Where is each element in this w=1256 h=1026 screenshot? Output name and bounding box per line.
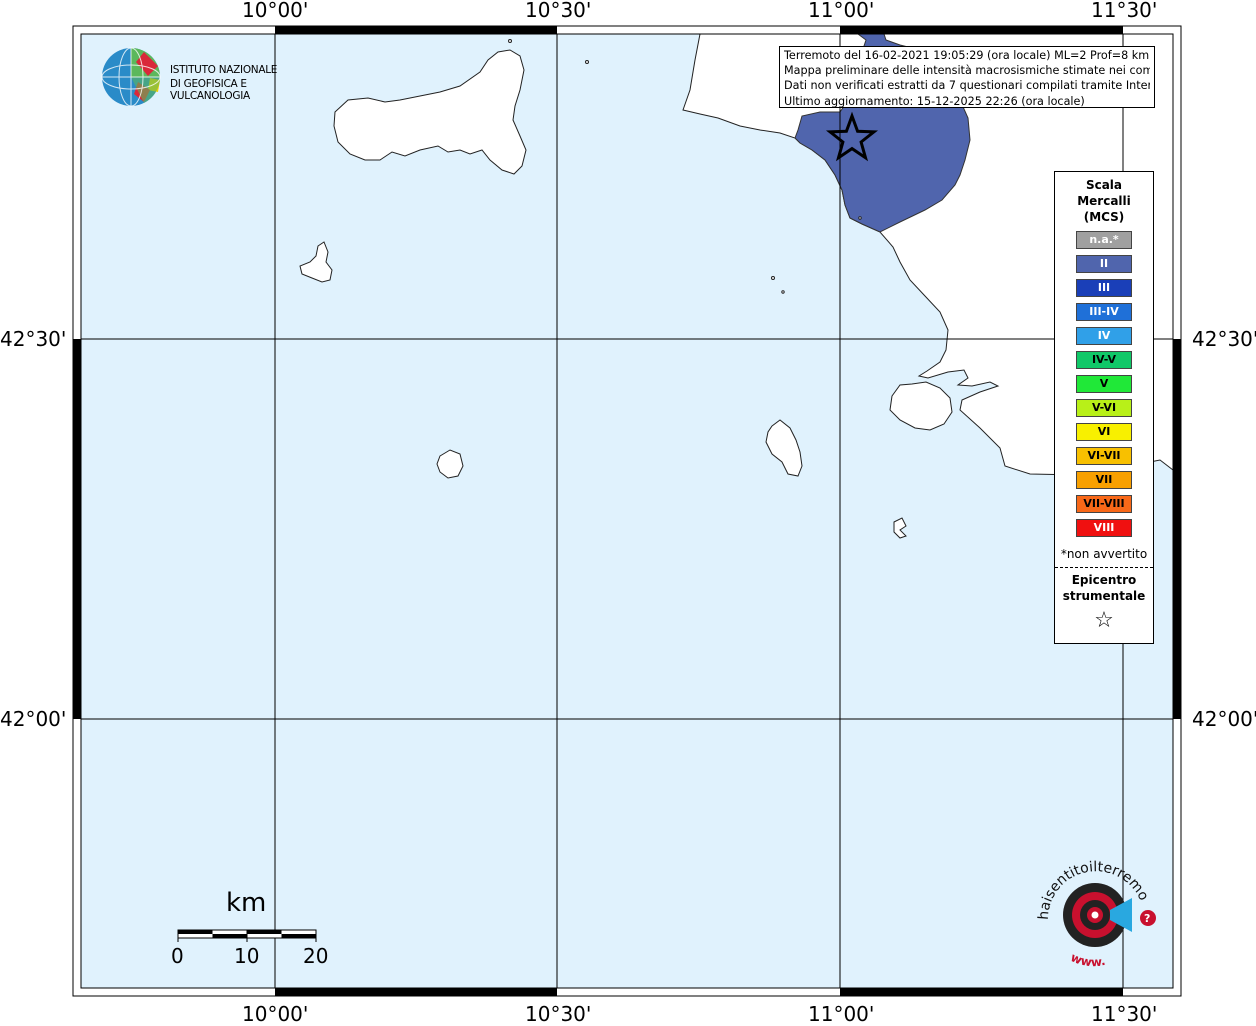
legend-swatch: III-IV bbox=[1076, 303, 1132, 321]
hst-logo-www: www. bbox=[1069, 950, 1107, 969]
legend-swatch: VI bbox=[1076, 423, 1132, 441]
svg-text:?: ? bbox=[1144, 912, 1150, 925]
svg-text:www.: www. bbox=[1069, 950, 1107, 969]
scale-bar-tick-label: 20 bbox=[303, 944, 329, 968]
event-info-line: Dati non verificati estratti da 7 questi… bbox=[784, 79, 1150, 93]
top-lon-label: 11°30' bbox=[1091, 0, 1158, 22]
legend-swatch: IV-V bbox=[1076, 351, 1132, 369]
islet bbox=[585, 60, 589, 64]
legend-swatch: V bbox=[1076, 375, 1132, 393]
bottom-lon-label: 11°00' bbox=[808, 1002, 875, 1026]
ingv-logo: ISTITUTO NAZIONALE DI GEOFISICA E VULCAN… bbox=[100, 46, 320, 108]
legend-swatch-list: n.a.* II III III-IV IV IV-V V V-VI VI VI-VII VII VI… bbox=[1055, 231, 1153, 537]
legend-swatch: II bbox=[1076, 255, 1132, 273]
islet bbox=[771, 276, 775, 280]
legend-non-avvertito-note: *non avvertito bbox=[1060, 547, 1148, 561]
event-info-line: Mappa preliminare delle intensità macros… bbox=[784, 64, 1150, 78]
haisentitoilterremoto-logo: ? haisentitoilterremoto.it www. bbox=[1026, 848, 1165, 975]
legend-swatch: III bbox=[1076, 279, 1132, 297]
legend-divider bbox=[1055, 567, 1153, 568]
islet bbox=[508, 39, 512, 43]
legend-title-line: (MCS) bbox=[1083, 210, 1125, 224]
ingv-globe-icon bbox=[101, 47, 161, 107]
hst-logo-icon: ? haisentitoilterremoto.it www. bbox=[1026, 848, 1156, 969]
legend-swatch: VIII bbox=[1076, 519, 1132, 537]
legend-title: Scala Mercalli (MCS) bbox=[1055, 177, 1153, 225]
right-lat-label: 42°00' bbox=[1192, 707, 1256, 731]
event-info-line: Terremoto del 16-02-2021 19:05:29 (ora l… bbox=[784, 49, 1150, 62]
mcs-legend: Scala Mercalli (MCS) n.a.* II III III-IV IV I… bbox=[1054, 171, 1154, 644]
legend-swatch: VII-VIII bbox=[1076, 495, 1132, 513]
bottom-lon-label: 10°00' bbox=[242, 1002, 309, 1026]
top-lon-label: 10°00' bbox=[242, 0, 309, 22]
left-lat-label: 42°00' bbox=[0, 707, 67, 731]
event-info-line: Ultimo aggiornamento: 15-12-2025 22:26 (… bbox=[784, 94, 1085, 108]
legend-epicenter-label: Epicentro strumentale bbox=[1055, 572, 1153, 604]
legend-swatch: V-VI bbox=[1076, 399, 1132, 417]
legend-title-line: Mercalli bbox=[1077, 194, 1131, 208]
scale-bar-tick-label: 10 bbox=[234, 944, 260, 968]
scale-bar-tick-label: 0 bbox=[171, 944, 184, 968]
event-info-box: Terremoto del 16-02-2021 19:05:29 (ora l… bbox=[779, 46, 1155, 108]
top-lon-label: 10°30' bbox=[525, 0, 592, 22]
bottom-lon-label: 10°30' bbox=[525, 1002, 592, 1026]
ingv-name-line2: DI GEOFISICA E VULCANOLOGIA bbox=[170, 78, 250, 102]
legend-title-line: Scala bbox=[1085, 178, 1123, 192]
ingv-name-line1: ISTITUTO NAZIONALE bbox=[170, 64, 278, 76]
top-lon-label: 11°00' bbox=[808, 0, 875, 22]
legend-swatch: IV bbox=[1076, 327, 1132, 345]
scale-bar: km 0 10 20 bbox=[160, 886, 350, 976]
legend-swatch: VI-VII bbox=[1076, 447, 1132, 465]
legend-epicenter-line: Epicentro bbox=[1071, 573, 1137, 587]
legend-swatch: VII bbox=[1076, 471, 1132, 489]
islet bbox=[858, 216, 862, 220]
left-lat-label: 42°30' bbox=[0, 327, 67, 351]
legend-star-icon: ☆ bbox=[1094, 608, 1114, 633]
islet bbox=[781, 290, 785, 294]
legend-epicenter-line: strumentale bbox=[1062, 589, 1146, 603]
legend-swatch: n.a.* bbox=[1076, 231, 1132, 249]
bottom-lon-label: 11°30' bbox=[1091, 1002, 1158, 1026]
right-lat-label: 42°30' bbox=[1192, 327, 1256, 351]
